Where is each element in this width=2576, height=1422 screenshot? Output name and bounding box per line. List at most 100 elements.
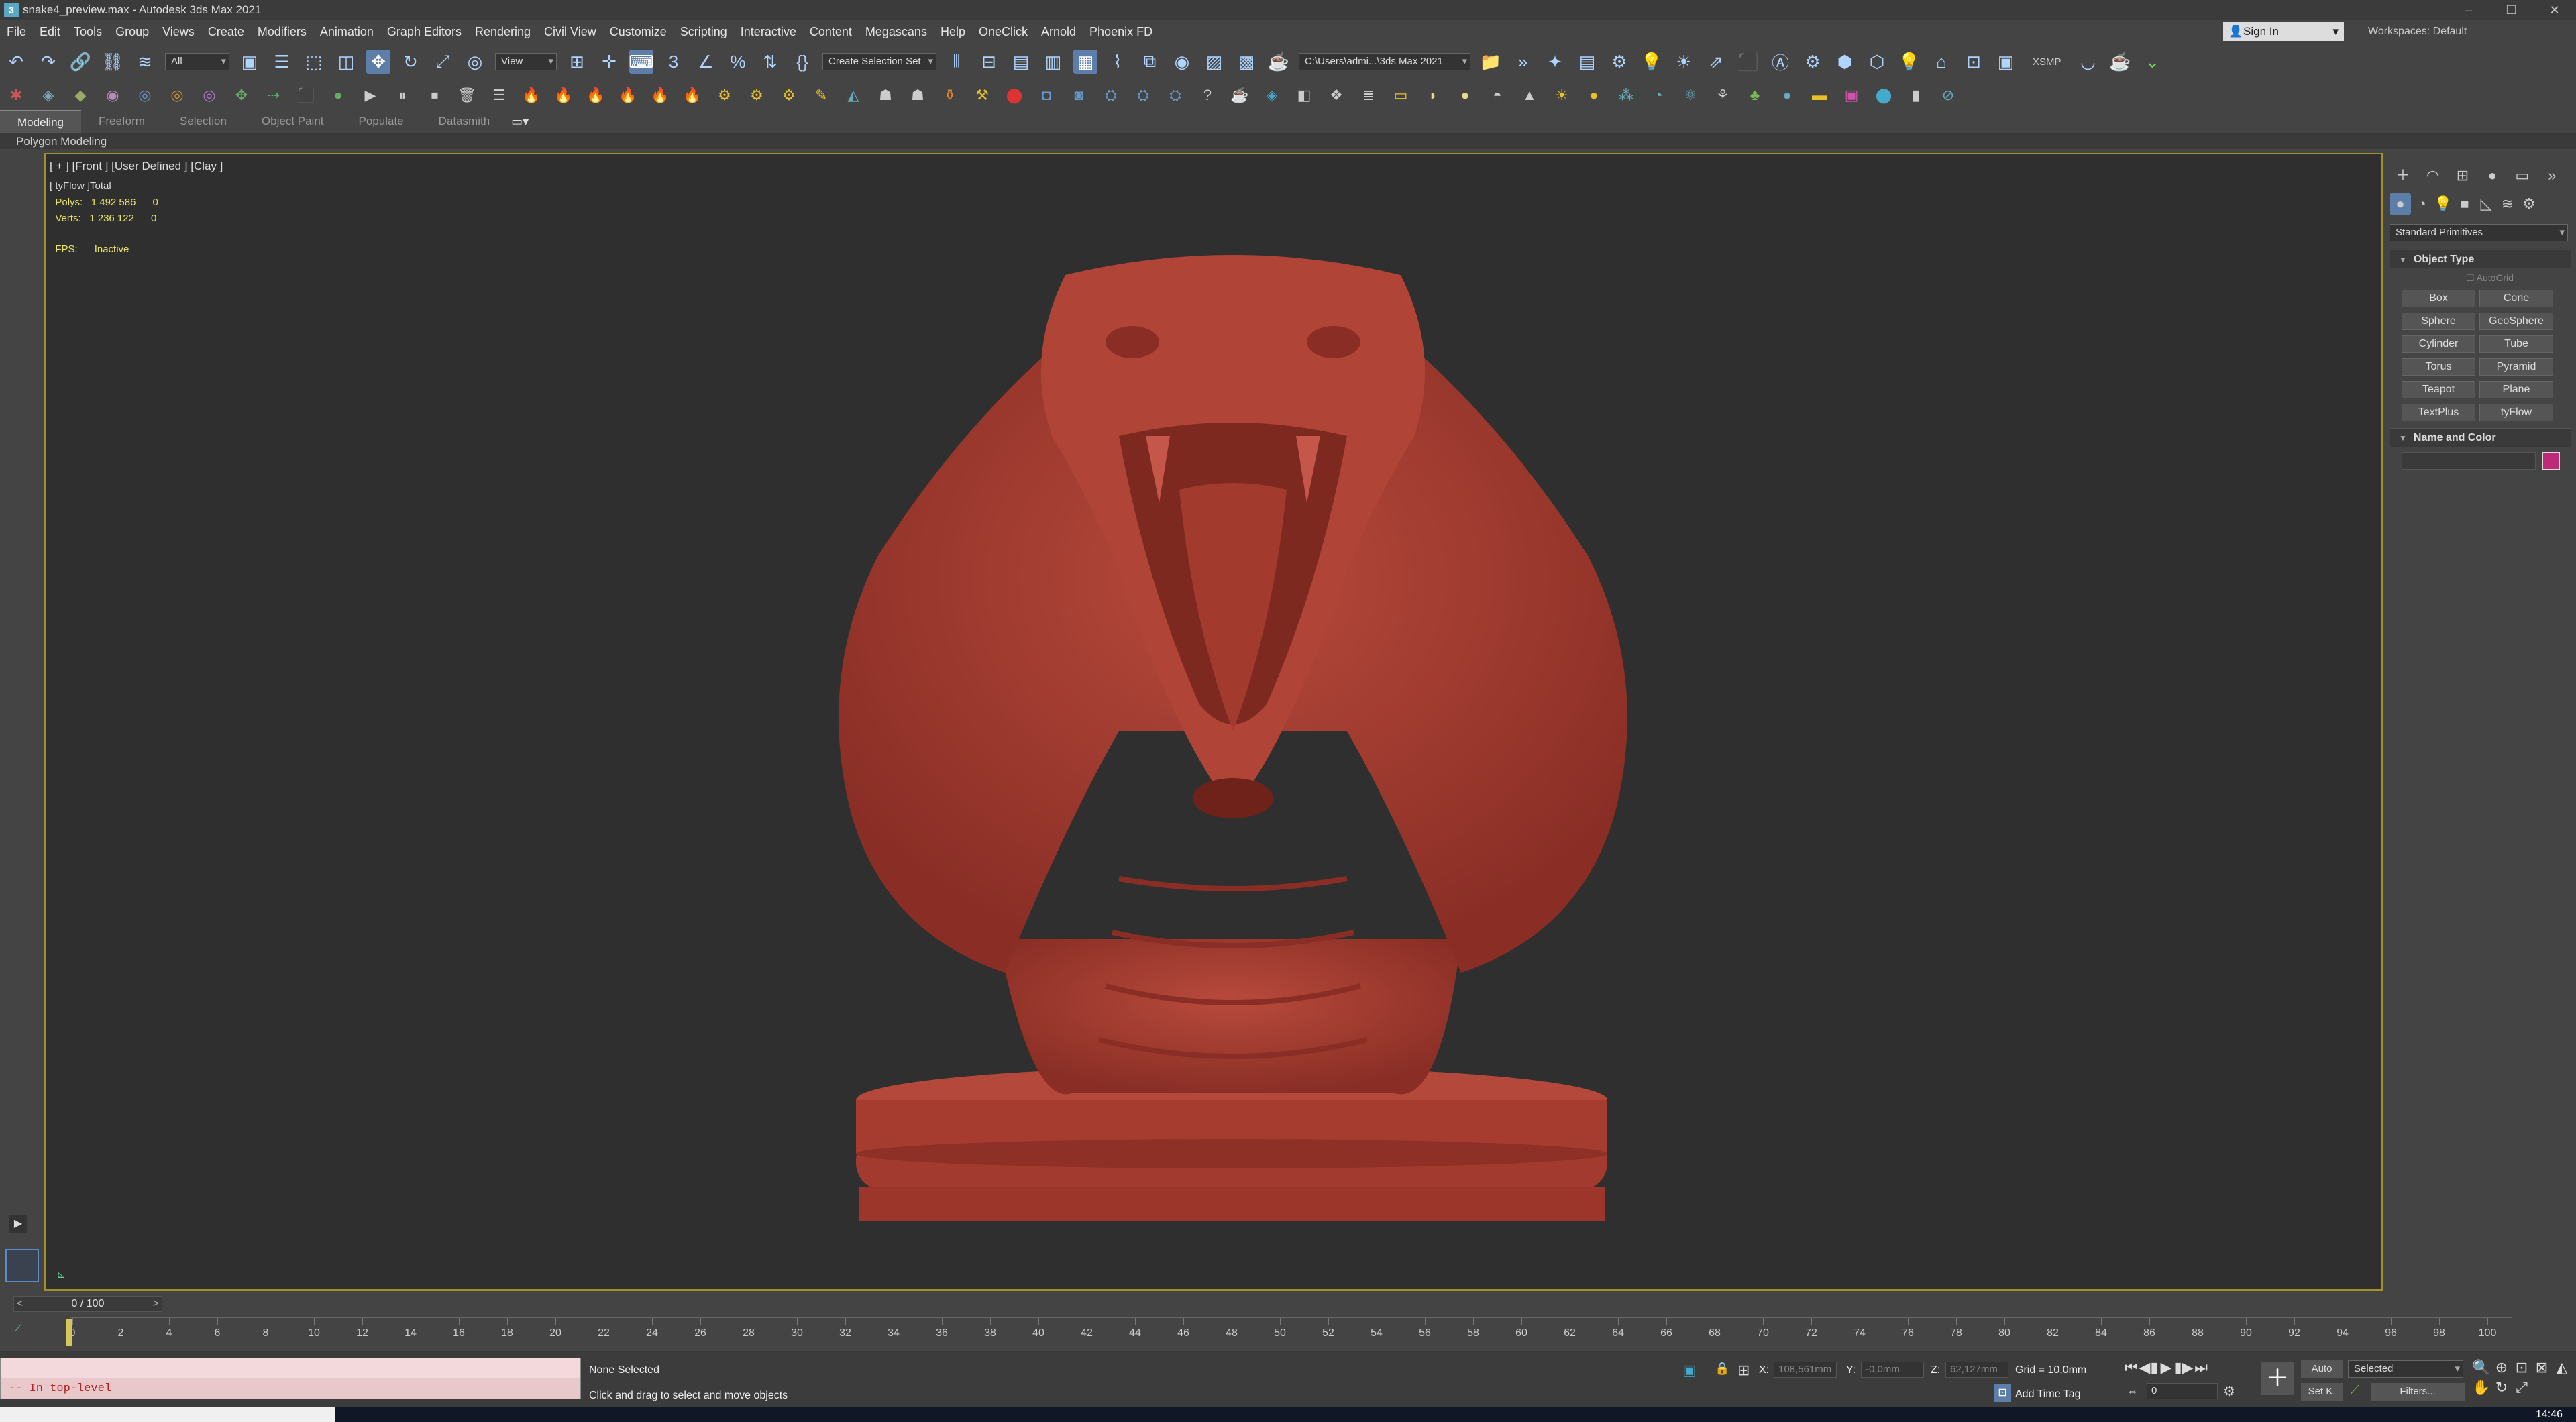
menu-file[interactable]: File (0, 25, 33, 39)
tool-o-icon[interactable]: ✎ (811, 85, 831, 105)
zoom-extents-all-icon[interactable]: ⊠ (2533, 1359, 2551, 1376)
tool-l-icon[interactable]: ⚙ (714, 85, 735, 105)
material-editor-icon[interactable]: ◉ (1170, 50, 1194, 74)
time-config-icon[interactable]: ⚙ (2223, 1383, 2235, 1400)
tyflow-button[interactable]: tyFlow (2479, 404, 2553, 421)
frame-ruler[interactable]: 0 2 4 6 8 10 12 14 16 18 20 22 24 26 28 30 32 34 36 38 40 42 4… (70, 1317, 2512, 1348)
display-tab-icon[interactable]: ▭ (2509, 162, 2536, 189)
project-path-dropdown[interactable]: C:\Users\admi...\3ds Max 2021 (1299, 53, 1470, 70)
undo-icon[interactable]: ↶ (4, 50, 28, 74)
render-production-icon[interactable]: ☕ (1267, 50, 1291, 74)
hierarchy-tab-icon[interactable]: ⊞ (2449, 162, 2476, 189)
list-icon[interactable]: ☰ (489, 85, 509, 105)
keyboard-shortcut-icon[interactable]: ⌨ (629, 50, 654, 74)
menu-oneclick[interactable]: OneClick (972, 25, 1034, 39)
menu-graph-editors[interactable]: Graph Editors (380, 25, 468, 39)
plugin-9-icon[interactable]: ⚙ (1801, 50, 1825, 74)
menu-interactive[interactable]: Interactive (734, 25, 803, 39)
tool-ac-icon[interactable]: ❖ (1326, 85, 1346, 105)
set-key-big-icon[interactable]: ＋ (2261, 1362, 2294, 1395)
box-button[interactable]: Box (2402, 290, 2475, 307)
link-icon[interactable]: 🔗 (68, 50, 93, 74)
create-tab-icon[interactable]: ＋ (2390, 161, 2416, 188)
time-slider-handle[interactable] (66, 1319, 72, 1346)
cameras-icon[interactable]: ■ (2454, 193, 2475, 215)
tool-a-icon[interactable]: ✱ (6, 85, 26, 105)
sun-icon[interactable]: ☀ (1552, 85, 1572, 105)
tool-d-icon[interactable]: ◉ (103, 85, 123, 105)
plugin-12-icon[interactable]: 💡 (1897, 50, 1921, 74)
tool-i-icon[interactable]: ⇢ (264, 85, 284, 105)
teapot-icon[interactable]: ☕ (1230, 85, 1250, 105)
help-icon[interactable]: ? (1197, 85, 1218, 105)
tool-k-icon[interactable]: ● (328, 85, 348, 105)
tool-af-icon[interactable]: ◗ (1423, 85, 1443, 105)
tool-aj-icon[interactable]: ● (1584, 85, 1604, 105)
tool-p-icon[interactable]: ◭ (843, 85, 863, 105)
next-key-icon[interactable]: ▮▶ (2174, 1359, 2193, 1376)
selection-filter-dropdown[interactable]: All (165, 53, 229, 70)
window-crossing-icon[interactable]: ◫ (334, 50, 358, 74)
x-coordinate-field[interactable]: 108,561mm (1774, 1362, 1837, 1378)
tool-v-icon[interactable]: ◘ (1036, 85, 1057, 105)
select-move-icon[interactable]: ✥ (366, 50, 390, 74)
menu-animation[interactable]: Animation (313, 25, 380, 39)
tool-z-icon[interactable]: ⛭ (1165, 85, 1185, 105)
prev-key-icon[interactable]: ◀▮ (2139, 1359, 2158, 1376)
next-frame-icon[interactable]: > (153, 1297, 159, 1311)
tool-r-icon[interactable]: ☗ (908, 85, 928, 105)
plugin-2-icon[interactable]: ▤ (1575, 50, 1599, 74)
tool-aa-icon[interactable]: ◈ (1262, 85, 1282, 105)
menu-scripting[interactable]: Scripting (674, 25, 734, 39)
fire-6-icon[interactable]: 🔥 (682, 85, 702, 105)
auto-key-button[interactable]: Auto (2301, 1360, 2343, 1378)
tool-ah-icon[interactable]: ◓ (1487, 85, 1507, 105)
start-button-icon[interactable] (0, 1407, 335, 1422)
minimize-button[interactable]: – (2447, 0, 2490, 20)
tube-button[interactable]: Tube (2479, 335, 2553, 353)
sign-in-dropdown[interactable]: 👤 Sign In ▾ (2223, 22, 2344, 41)
pan-icon[interactable]: ✋ (2472, 1379, 2490, 1397)
xsmp-label[interactable]: XSMP (2033, 56, 2061, 68)
tool-ag-icon[interactable]: ● (1455, 85, 1475, 105)
unlink-icon[interactable]: ⛓ (101, 50, 125, 74)
textplus-button[interactable]: TextPlus (2402, 404, 2475, 421)
tool-ai-icon[interactable]: ▲ (1519, 85, 1540, 105)
curve-editor-icon[interactable]: ⌇ (1106, 50, 1130, 74)
tool-ad-icon[interactable]: ≣ (1358, 85, 1379, 105)
geometry-icon[interactable]: ● (2390, 193, 2411, 215)
more-tools-icon[interactable]: » (1511, 50, 1535, 74)
time-tag-icon[interactable]: ⊡ (1994, 1384, 2011, 1402)
selected-dropdown[interactable]: Selected (2348, 1360, 2463, 1378)
tool-ar-icon[interactable]: ▣ (1841, 85, 1862, 105)
bind-space-warp-icon[interactable]: ≋ (133, 50, 157, 74)
viewport-layout-icon[interactable] (5, 1249, 39, 1282)
motion-tab-icon[interactable]: ● (2479, 162, 2506, 189)
cone-button[interactable]: Cone (2479, 290, 2553, 307)
plugin-3-icon[interactable]: ⚙ (1607, 50, 1631, 74)
tool-ak-icon[interactable]: ⁂ (1616, 85, 1636, 105)
tool-c-icon[interactable]: ◆ (70, 85, 91, 105)
tool-at-icon[interactable]: ▮ (1906, 85, 1926, 105)
angle-snap-icon[interactable]: ∠ (694, 50, 718, 74)
tool-b-icon[interactable]: ◈ (38, 85, 58, 105)
plugin-15-icon[interactable]: ▣ (1994, 50, 2018, 74)
play-animation-icon[interactable]: ▶ (2157, 1359, 2175, 1376)
maxscript-input[interactable] (1, 1358, 580, 1378)
named-selection-icon[interactable]: {} (790, 50, 814, 74)
absolute-mode-icon[interactable]: ⊞ (1737, 1362, 1750, 1379)
spacewarps-icon[interactable]: ≋ (2497, 193, 2518, 215)
redo-icon[interactable]: ↷ (36, 50, 60, 74)
workspaces-dropdown[interactable]: Workspaces: Default (2368, 22, 2467, 41)
tab-selection[interactable]: Selection (162, 110, 244, 133)
go-to-end-icon[interactable]: ⏭ (2192, 1359, 2210, 1376)
pivot-center-icon[interactable]: ⊞ (565, 50, 589, 74)
sphere-button[interactable]: Sphere (2402, 313, 2475, 330)
tab-populate[interactable]: Populate (341, 110, 421, 133)
tool-m-icon[interactable]: ⚙ (747, 85, 767, 105)
percent-snap-icon[interactable]: % (726, 50, 750, 74)
torus-button[interactable]: Torus (2402, 358, 2475, 376)
tab-datasmith[interactable]: Datasmith (421, 110, 508, 133)
tool-t-icon[interactable]: ⚒ (972, 85, 992, 105)
snap-toggle-icon[interactable]: 3 (661, 50, 686, 74)
